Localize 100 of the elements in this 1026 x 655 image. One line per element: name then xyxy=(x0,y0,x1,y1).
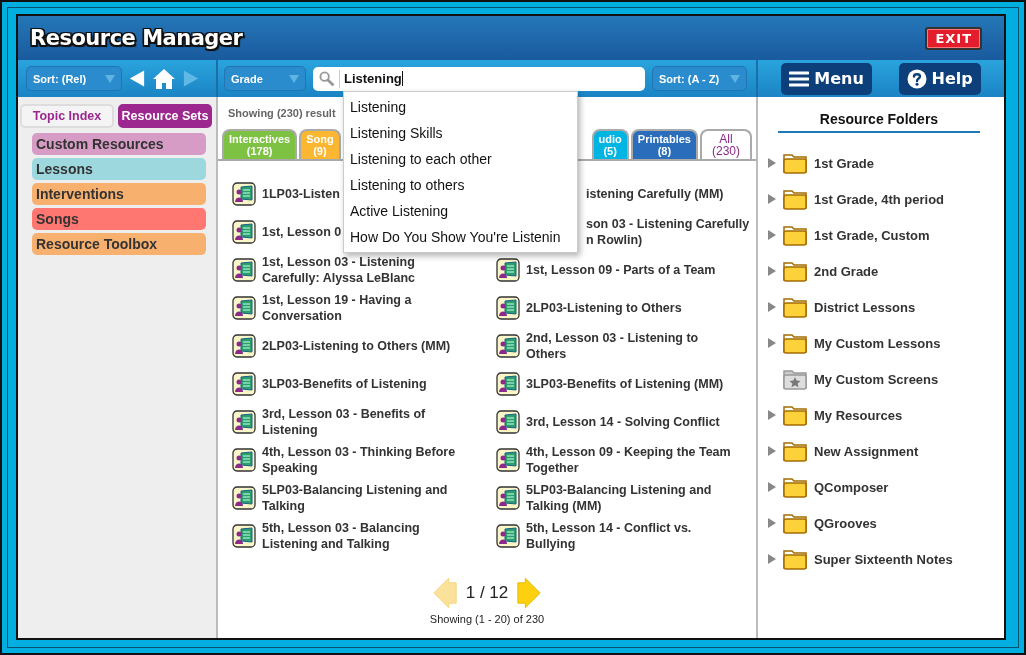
resource-link[interactable]: 5LP03-Balancing Listening and Talking (MM) xyxy=(526,482,738,514)
folder-icon xyxy=(782,475,808,499)
caret-icon xyxy=(730,74,740,83)
resource-link[interactable]: 1st, Lesson 19 - Having a Conversation xyxy=(262,292,474,324)
folder-item[interactable]: My Resources xyxy=(814,407,903,423)
page-indicator: 1 / 12 xyxy=(465,583,509,603)
folder-item[interactable]: New Assignment xyxy=(814,443,919,459)
caret-icon xyxy=(105,74,115,83)
lesson-icon xyxy=(496,410,520,434)
sort-dropdown[interactable]: Sort: (Rel) xyxy=(26,66,122,91)
grade-dropdown[interactable]: Grade xyxy=(224,66,306,91)
suggestion-item[interactable]: Listening Skills xyxy=(344,120,577,146)
folder-icon xyxy=(782,187,808,211)
sidebar-tab[interactable]: Resource Sets xyxy=(118,104,212,128)
folder-icon xyxy=(782,295,808,319)
resource-link[interactable]: 3rd, Lesson 14 - Solving Conflict xyxy=(526,414,720,430)
expand-arrow-icon[interactable] xyxy=(768,518,776,528)
resource-link[interactable]: 3LP03-Benefits of Listening (MM) xyxy=(526,376,724,392)
resource-link[interactable]: 5LP03-Balancing Listening and Talking xyxy=(262,482,474,514)
suggestion-item[interactable]: How Do You Show You're Listenin xyxy=(344,224,577,250)
folder-item[interactable]: 2nd Grade xyxy=(814,263,879,279)
lesson-icon xyxy=(496,448,520,472)
resource-link[interactable]: 1st, Lesson 0 xyxy=(262,224,342,240)
starred-folder-icon xyxy=(782,367,808,391)
lesson-icon xyxy=(232,258,256,282)
sidebar-tab[interactable]: Topic Index xyxy=(20,104,114,128)
folder-item[interactable]: Super Sixteenth Notes xyxy=(814,551,953,567)
folder-icon xyxy=(782,511,808,535)
resource-link[interactable]: son 03 - Listening Carefully n Rowlin) xyxy=(586,216,750,248)
resource-link[interactable]: 5th, Lesson 14 - Conflict vs. Bullying xyxy=(526,520,738,552)
folder-item[interactable]: My Custom Lessons xyxy=(814,335,941,351)
window-title: Resource Manager xyxy=(30,26,243,50)
sidebar-item[interactable]: Interventions xyxy=(32,183,206,205)
menu-button[interactable]: Menu xyxy=(781,62,872,95)
suggestion-item[interactable]: Active Listening xyxy=(344,198,577,224)
folder-icon xyxy=(782,547,808,571)
folder-item[interactable]: 1st Grade xyxy=(814,155,874,171)
suggestion-item[interactable]: Listening xyxy=(344,94,577,120)
sidebar-item[interactable]: Resource Toolbox xyxy=(32,233,206,255)
lesson-icon xyxy=(232,182,256,206)
resource-link[interactable]: 5th, Lesson 03 - Balancing Listening and Talking xyxy=(262,520,474,552)
resource-link[interactable]: 4th, Lesson 09 - Keeping the Team Together xyxy=(526,444,738,476)
resource-link[interactable]: 3LP03-Benefits of Listening xyxy=(262,376,427,392)
expand-arrow-icon[interactable] xyxy=(768,410,776,420)
lesson-icon xyxy=(232,524,256,548)
folder-item[interactable]: QComposer xyxy=(814,479,889,495)
sidebar-item[interactable]: Custom Resources xyxy=(32,133,206,155)
folder-item[interactable]: 1st Grade, 4th period xyxy=(814,191,945,207)
expand-arrow-icon[interactable] xyxy=(768,302,776,312)
lesson-icon xyxy=(232,220,256,244)
lesson-icon xyxy=(232,296,256,320)
expand-arrow-icon[interactable] xyxy=(768,338,776,348)
expand-arrow-icon[interactable] xyxy=(768,554,776,564)
lesson-icon xyxy=(496,486,520,510)
expand-arrow-icon[interactable] xyxy=(768,446,776,456)
folder-item[interactable]: 1st Grade, Custom xyxy=(814,227,930,243)
suggestion-item[interactable]: Listening to each other xyxy=(344,146,577,172)
page-summary: Showing (1 - 20) of 230 xyxy=(429,613,545,625)
folder-item[interactable]: My Custom Screens xyxy=(814,371,939,387)
category-tab[interactable]: All (230) xyxy=(700,129,752,159)
lesson-icon xyxy=(232,372,256,396)
lesson-icon xyxy=(496,524,520,548)
expand-arrow-icon[interactable] xyxy=(768,158,776,168)
expand-arrow-icon[interactable] xyxy=(768,230,776,240)
expand-arrow-icon[interactable] xyxy=(768,482,776,492)
sidebar-item[interactable]: Songs xyxy=(32,208,206,230)
lesson-icon xyxy=(232,334,256,358)
help-icon xyxy=(906,68,927,89)
back-arrow-icon[interactable] xyxy=(129,69,145,88)
lesson-icon xyxy=(496,372,520,396)
folder-item[interactable]: QGrooves xyxy=(814,515,877,531)
folder-icon xyxy=(782,259,808,283)
resource-link[interactable]: 1st, Lesson 03 - Listening Carefully: Alyssa LeBlanc xyxy=(262,254,474,286)
resource-link[interactable]: 2LP03-Listening to Others xyxy=(526,300,682,316)
resource-link[interactable]: 3rd, Lesson 03 - Benefits of Listening xyxy=(262,406,474,438)
suggestion-item[interactable]: Listening to others xyxy=(344,172,577,198)
expand-arrow-icon[interactable] xyxy=(768,194,776,204)
home-icon[interactable] xyxy=(152,67,176,90)
help-button[interactable]: Help xyxy=(898,62,981,95)
resource-link[interactable]: 2LP03-Listening to Others (MM) xyxy=(262,338,451,354)
category-tab[interactable]: Printables (8) xyxy=(630,129,698,159)
search-icon xyxy=(319,71,334,86)
resource-link[interactable]: istening Carefully (MM) xyxy=(586,186,724,202)
folder-icon xyxy=(782,439,808,463)
search-field[interactable]: Listening xyxy=(313,66,645,91)
lesson-icon xyxy=(496,296,520,320)
resource-link[interactable]: 1LP03-Listen xyxy=(262,186,340,202)
resource-link[interactable]: 4th, Lesson 03 - Thinking Before Speaking xyxy=(262,444,474,476)
resource-link[interactable]: 1st, Lesson 09 - Parts of a Team xyxy=(526,262,716,278)
lesson-icon xyxy=(232,410,256,434)
folder-item[interactable]: District Lessons xyxy=(814,299,916,315)
lesson-icon xyxy=(232,486,256,510)
sidebar-item[interactable]: Lessons xyxy=(32,158,206,180)
folder-icon xyxy=(782,223,808,247)
folder-icon xyxy=(782,151,808,175)
lesson-icon xyxy=(496,334,520,358)
expand-arrow-icon[interactable] xyxy=(768,266,776,276)
exit-button[interactable]: EXIT xyxy=(925,26,982,50)
resource-link[interactable]: 2nd, Lesson 03 - Listening to Others xyxy=(526,330,738,362)
sort-dropdown[interactable]: Sort: (A - Z) xyxy=(652,66,747,91)
